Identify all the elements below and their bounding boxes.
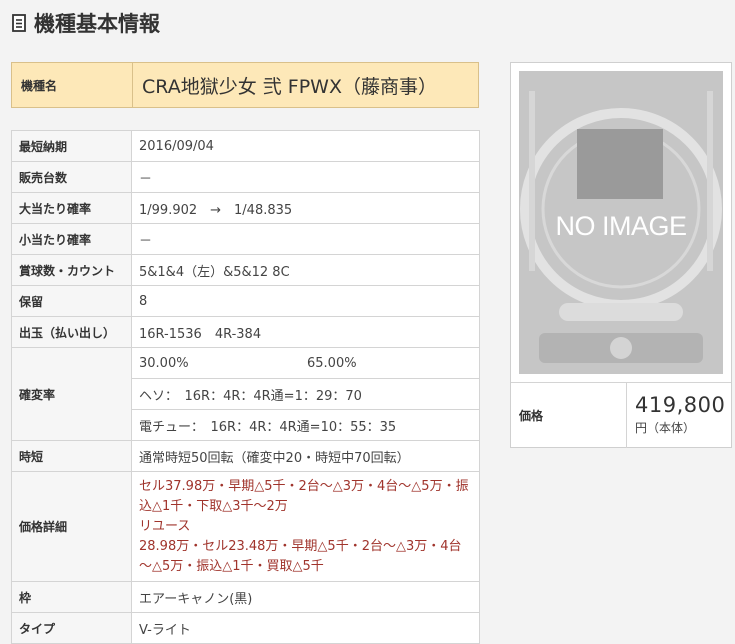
jitan-value: 通常時短50回転（確変中20・時短中70回転） <box>131 440 480 472</box>
kakuhen-heso: ヘソ： 16R：4R：4R通=1：29：70 <box>131 378 480 410</box>
table-row: 最短納期 2016/09/04 <box>11 130 480 162</box>
output-value: 16R-1536 4R-384 <box>131 316 480 348</box>
price-label: 価格 <box>511 383 627 448</box>
small-prob-label: 小当たり確率 <box>11 223 132 255</box>
sales-count-label: 販売台数 <box>11 161 132 193</box>
document-icon <box>12 14 26 32</box>
table-row: 販売台数 － <box>11 161 480 193</box>
jitan-label: 時短 <box>11 440 132 472</box>
output-label: 出玉（払い出し） <box>11 316 132 348</box>
table-row: 大当たり確率 1/99.902 → 1/48.835 <box>11 192 480 224</box>
jackpot-prob-label: 大当たり確率 <box>11 192 132 224</box>
type-value: V-ライト <box>131 612 480 644</box>
kakuhen-rates: 30.00% 65.00% <box>131 347 480 379</box>
image-price-panel: NO IMAGE 価格 419,800 円（本体） <box>510 62 732 448</box>
release-date-value: 2016/09/04 <box>131 130 480 162</box>
price-row: 価格 419,800 円（本体） <box>511 382 731 448</box>
type-label: タイプ <box>11 612 132 644</box>
price-detail-label: 価格詳細 <box>11 471 132 582</box>
price-detail-reuse-heading: リユース <box>139 518 191 534</box>
kakuhen-denchu: 電チュー： 16R：4R：4R通=10：55：35 <box>131 409 480 441</box>
table-row: 賞球数・カウント 5&1&4（左）&5&12 8C <box>11 254 480 286</box>
price-unit: 円（本体） <box>635 421 696 435</box>
price-value: 419,800 <box>635 393 726 417</box>
hold-value: 8 <box>131 285 480 317</box>
spec-table: 最短納期 2016/09/04 販売台数 － 大当たり確率 1/99.902 →… <box>11 130 480 644</box>
table-row: 保留 8 <box>11 285 480 317</box>
page-title-text: 機種基本情報 <box>34 12 160 36</box>
release-date-label: 最短納期 <box>11 130 132 162</box>
table-row: 時短 通常時短50回転（確変中20・時短中70回転） <box>11 440 480 472</box>
table-row: 価格詳細 セル37.98万・早期△5千・2台～△3万・4台～△5万・振込△1千・… <box>11 471 480 582</box>
no-image-placeholder: NO IMAGE <box>519 71 723 374</box>
table-row: 枠 エアーキャノン(黒) <box>11 581 480 613</box>
frame-value: エアーキャノン(黒) <box>131 581 480 613</box>
kakuhen-rate-1: 30.00% <box>139 355 189 371</box>
no-image-text: NO IMAGE <box>555 211 687 241</box>
model-name-label: 機種名 <box>12 63 133 107</box>
price-value-cell: 419,800 円（本体） <box>627 383 731 448</box>
payout-label: 賞球数・カウント <box>11 254 132 286</box>
kakuhen-rate-2: 65.00% <box>307 355 357 371</box>
frame-label: 枠 <box>11 581 132 613</box>
table-row: 確変率 30.00% 65.00% <box>11 347 480 441</box>
model-name-value: CRA地獄少女 弐 FPWX（藤商事） <box>142 75 437 98</box>
price-detail-new: セル37.98万・早期△5千・2台～△3万・4台～△5万・振込△1千・下取△3千… <box>139 478 469 514</box>
model-name-box: 機種名 CRA地獄少女 弐 FPWX（藤商事） <box>11 62 479 108</box>
table-row: 小当たり確率 － <box>11 223 480 255</box>
hold-label: 保留 <box>11 285 132 317</box>
small-prob-value: － <box>131 223 480 255</box>
payout-value: 5&1&4（左）&5&12 8C <box>131 254 480 286</box>
price-detail-cell: セル37.98万・早期△5千・2台～△3万・4台～△5万・振込△1千・下取△3千… <box>131 471 480 582</box>
kakuhen-label: 確変率 <box>11 347 132 441</box>
table-row: タイプ V-ライト <box>11 612 480 644</box>
sales-count-value: － <box>131 161 480 193</box>
page-title: 機種基本情報 <box>12 8 160 38</box>
table-row: 出玉（払い出し） 16R-1536 4R-384 <box>11 316 480 348</box>
jackpot-prob-value: 1/99.902 → 1/48.835 <box>131 192 480 224</box>
price-detail-reuse: 28.98万・セル23.48万・早期△5千・2台～△3万・4台～△5万・振込△1… <box>139 538 462 574</box>
